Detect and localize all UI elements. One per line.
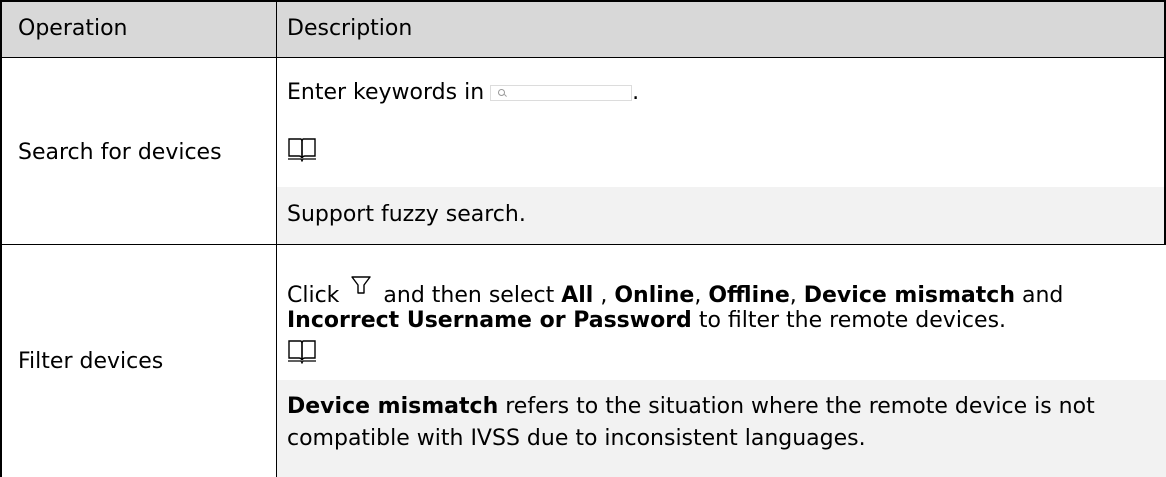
- header-operation: Operation: [18, 16, 128, 41]
- and-then-select-text: and then select: [383, 283, 555, 308]
- filter-instruction-line2: Incorrect Username or Password to filter…: [287, 306, 1006, 336]
- click-text: Click: [287, 283, 340, 308]
- book-icon: [287, 136, 317, 166]
- book-icon: [287, 338, 317, 368]
- separator: ,: [694, 283, 702, 308]
- option-offline: Offline: [708, 283, 790, 308]
- table-border-left: [0, 0, 2, 477]
- search-instruction-period: .: [632, 80, 640, 105]
- table-border-top: [0, 0, 1166, 2]
- and-text: and: [1021, 283, 1064, 308]
- filter-icon[interactable]: [350, 274, 372, 305]
- table-row-divider: [0, 244, 1166, 245]
- note-device-mismatch-text: refers to the situation where the remote…: [505, 394, 1095, 419]
- note-device-mismatch-term: Device mismatch: [287, 394, 499, 419]
- filter-tail-text: to filter the remote devices.: [698, 308, 1007, 333]
- option-incorrect-credentials: Incorrect Username or Password: [287, 308, 692, 333]
- search-input[interactable]: [490, 85, 633, 101]
- note-fuzzy-search: Support fuzzy search.: [287, 202, 526, 227]
- separator: ,: [789, 283, 797, 308]
- operations-table: Operation Description Search for devices…: [0, 0, 1166, 477]
- table-header-divider: [0, 57, 1166, 58]
- operation-filter-devices: Filter devices: [18, 349, 164, 374]
- option-all: All: [561, 283, 594, 308]
- operation-search-for-devices: Search for devices: [18, 140, 222, 165]
- option-online: Online: [614, 283, 695, 308]
- search-icon: [498, 89, 506, 96]
- search-instruction-text: Enter keywords in: [287, 80, 485, 105]
- search-instruction: Enter keywords in.: [287, 78, 639, 108]
- note-device-mismatch-line2: compatible with IVSS due to inconsistent…: [287, 426, 866, 451]
- separator: ,: [593, 283, 608, 308]
- table-header: [1, 1, 1165, 57]
- option-device-mismatch: Device mismatch: [803, 283, 1015, 308]
- header-description: Description: [287, 16, 413, 41]
- note-device-mismatch-line1: Device mismatch refers to the situation …: [287, 392, 1095, 422]
